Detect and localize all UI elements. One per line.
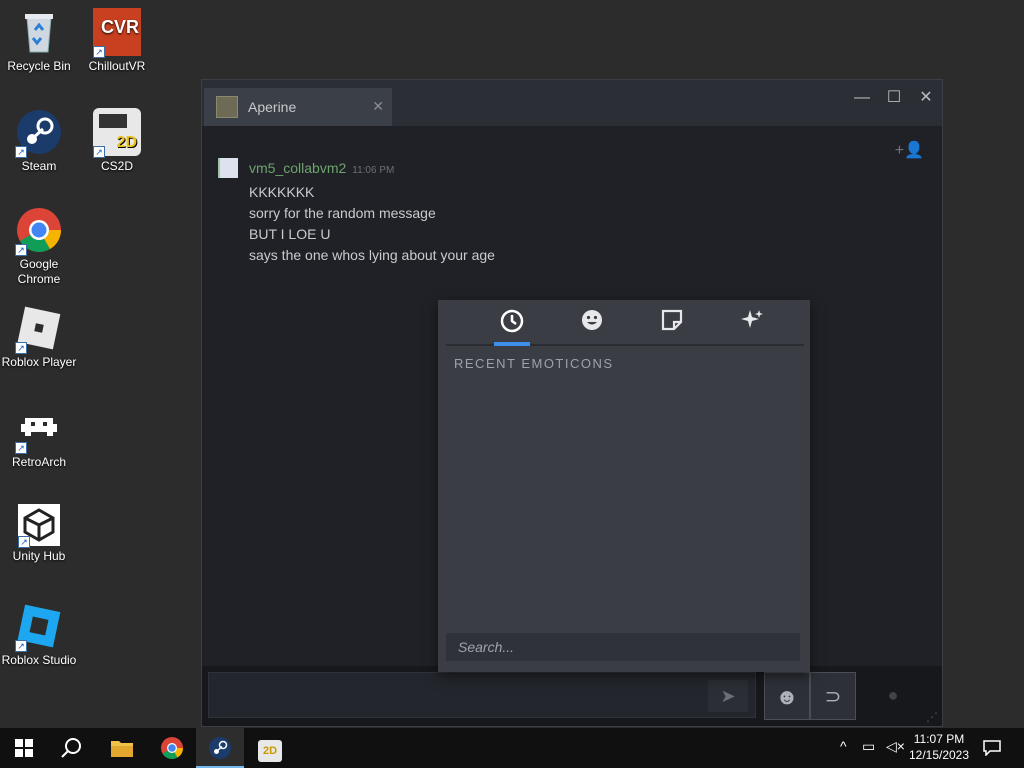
add-friend-icon[interactable]: +👤 [895,140,924,160]
chat-tab-aperine[interactable]: Aperine ✕ [204,88,392,126]
emoticon-picker: RECENT EMOTICONS [438,300,810,672]
steam-taskbar-button[interactable] [196,728,244,768]
message-line: sorry for the random message [249,205,436,221]
desktop-icon-label: CS2D [100,159,133,173]
clock-time: 11:07 PM [913,732,965,746]
close-tab-icon[interactable]: ✕ [372,98,384,115]
close-button[interactable]: ✕ [910,86,942,110]
message-line: BUT I LOE U [249,226,331,242]
chevron-up-icon[interactable]: ^ [840,738,847,754]
paperclip-icon: ⊃ [824,686,842,708]
emoticon-button[interactable]: ☻ [764,672,810,720]
roblox-player-icon: ↗ [15,304,63,354]
sparkle-icon [740,310,764,337]
retroarch-icon: ↗ [15,404,63,454]
clock-icon [499,309,525,339]
tab-emoticons[interactable] [574,308,610,342]
emoticon-search-input[interactable] [446,633,800,661]
resize-grip-icon[interactable]: ⋰ [926,710,938,724]
steam-icon: ↗ [15,108,63,158]
file-explorer-button[interactable] [98,728,146,768]
tab-effects[interactable] [734,308,770,342]
sender-avatar[interactable] [218,158,238,178]
network-icon[interactable]: ▭ [862,738,875,755]
taskbar: 2D ^ ▭ ◁× 11:07 PM 12/15/2023 [0,728,1024,768]
desktop-icon-chilloutvr[interactable]: CVR ↗ ChilloutVR [78,8,156,74]
desktop-icon-steam[interactable]: ↗ Steam [0,108,78,174]
friend-avatar [216,96,238,118]
desktop-icon-label: Roblox Player [1,355,77,369]
desktop-icon-recycle-bin[interactable]: Recycle Bin [0,8,78,74]
desktop-icon-cs2d[interactable]: 2D ↗ CS2D [78,108,156,174]
message-line: says the one whos lying about your age [249,247,495,263]
clock-date: 12/15/2023 [908,748,970,762]
chat-input-bar: ➤ ☻ ⊃ ● ⋰ [202,666,942,726]
chrome-icon: ↗ [15,206,63,256]
roblox-studio-icon: ↗ [15,602,63,652]
recycle-bin-icon [15,8,63,56]
chilloutvr-icon: CVR ↗ [93,8,141,58]
message-line: KKKKKKK [249,184,315,200]
section-title: RECENT EMOTICONS [454,356,614,371]
desktop-icon-label: Unity Hub [12,549,66,563]
smiley-icon [580,310,604,337]
microphone-icon: ● [887,685,899,705]
message-time: 11:06 PM [352,165,395,176]
chrome-taskbar-button[interactable] [148,728,196,768]
emoticon-tabs [446,300,804,346]
desktop-icon-roblox-studio[interactable]: ↗ Roblox Studio [0,602,78,668]
sticker-icon [660,309,684,337]
chat-tab-label: Aperine [248,99,297,115]
tab-recent[interactable] [494,308,530,346]
start-button[interactable] [0,728,48,768]
send-icon: ➤ [720,686,736,706]
cs2d-icon: 2D ↗ [93,108,141,158]
desktop-icon-label: Recycle Bin [7,59,71,73]
desktop-icon-unity-hub[interactable]: ↗ Unity Hub [0,504,78,564]
minimize-button[interactable]: — [846,86,878,110]
emoticon-icon: ☻ [775,684,799,709]
desktop-icon-label: RetroArch [11,455,67,469]
unity-hub-icon: ↗ [18,504,60,548]
message-header: vm5_collabvm2 11:06 PM [249,160,394,176]
desktop-icon-label: ChilloutVR [88,59,146,73]
desktop-icon-retroarch[interactable]: ↗ RetroArch [0,404,78,470]
search-button[interactable] [48,728,96,768]
cs2d-taskbar-button[interactable]: 2D [246,728,294,768]
message-input[interactable] [208,672,756,718]
volume-muted-icon[interactable]: ◁× [886,738,905,755]
clock[interactable]: 11:07 PM 12/15/2023 [906,731,972,763]
desktop-icon-chrome[interactable]: ↗ Google Chrome [0,206,78,287]
notification-icon[interactable] [980,736,1004,760]
desktop-icon-roblox-player[interactable]: ↗ Roblox Player [0,304,78,370]
tab-stickers[interactable] [654,308,690,342]
desktop-icon-label: Roblox Studio [1,653,77,667]
desktop-icon-label: Google Chrome [17,257,61,286]
title-bar[interactable]: Aperine ✕ — ☐ ✕ [202,80,942,126]
desktop-icon-label: Steam [21,159,57,173]
maximize-button[interactable]: ☐ [878,86,910,110]
attach-button[interactable]: ⊃ [810,672,856,720]
sender-name[interactable]: vm5_collabvm2 [249,160,346,176]
voice-chat-button[interactable]: ● [876,678,910,712]
send-button[interactable]: ➤ [708,680,748,712]
